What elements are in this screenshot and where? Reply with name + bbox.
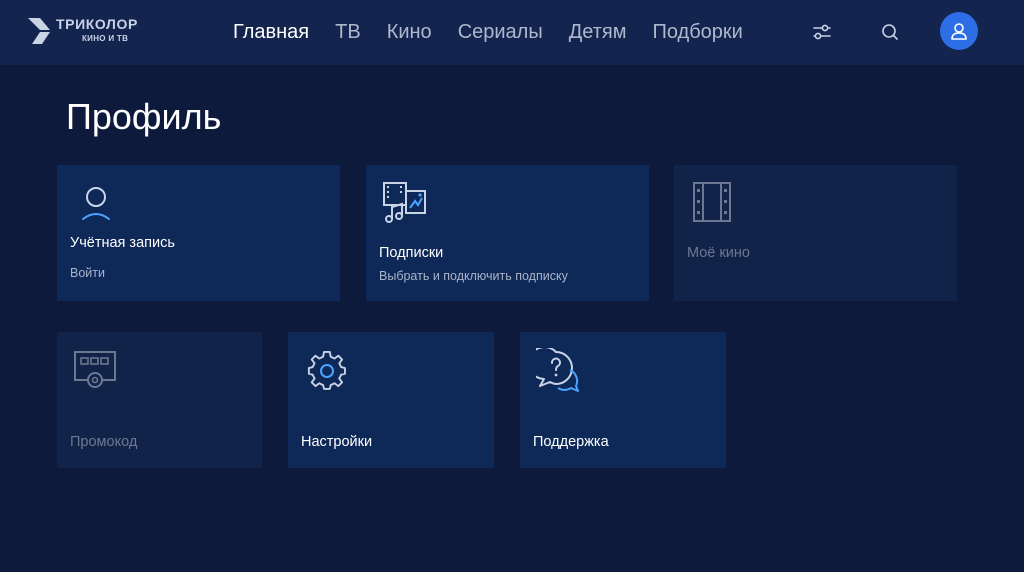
page-title: Профиль: [66, 96, 222, 137]
tile-subscriptions-sub: Выбрать и подключить подписку: [379, 269, 568, 283]
search-button[interactable]: [874, 16, 906, 48]
tile-settings-label: Настройки: [301, 434, 373, 450]
sliders-icon: [813, 24, 831, 40]
nav-item-series[interactable]: Сериалы: [458, 21, 543, 44]
tile-account[interactable]: Учётная запись Войти: [57, 165, 340, 301]
tile-promo-label: Промокод: [70, 434, 138, 450]
tile-support[interactable]: Поддержка: [520, 332, 726, 468]
tile-account-label: Учётная запись: [70, 235, 175, 251]
filter-button[interactable]: [806, 16, 838, 48]
film-icon: [693, 182, 731, 222]
tile-subscriptions[interactable]: Подписки Выбрать и подключить подписку: [366, 165, 649, 301]
logo-subtitle: КИНО И ТВ: [82, 34, 129, 43]
user-icon: [82, 187, 110, 220]
tile-settings[interactable]: Настройки: [288, 332, 494, 468]
logo-title: ТРИКОЛОР: [56, 16, 138, 32]
tile-subscriptions-label: Подписки: [379, 245, 444, 261]
search-icon: [882, 24, 898, 40]
profile-page: ТРИКОЛОР КИНО И ТВ Главная ТВ Кино Сериа…: [0, 0, 1024, 572]
tile-account-sub: Войти: [70, 266, 105, 280]
tile-my-kino[interactable]: Моё кино: [674, 165, 957, 301]
media-icon: [383, 182, 426, 223]
nav-item-tv[interactable]: ТВ: [335, 21, 361, 44]
nav-item-home[interactable]: Главная: [233, 21, 309, 44]
logo[interactable]: ТРИКОЛОР КИНО И ТВ: [28, 14, 148, 48]
tile-support-label: Поддержка: [533, 434, 609, 450]
nav-item-kino[interactable]: Кино: [387, 21, 432, 44]
gear-icon: [307, 350, 346, 390]
top-header: ТРИКОЛОР КИНО И ТВ Главная ТВ Кино Сериа…: [0, 0, 1024, 65]
user-icon: [951, 23, 967, 40]
tile-my-kino-label: Моё кино: [687, 245, 750, 261]
promo-code-icon: [74, 351, 116, 388]
help-chat-icon: [536, 348, 579, 392]
main-nav: Главная ТВ Кино Сериалы Детям Подборки: [233, 0, 769, 65]
profile-button[interactable]: [940, 12, 978, 50]
tile-promo[interactable]: Промокод: [57, 332, 262, 468]
nav-item-kids[interactable]: Детям: [569, 21, 627, 44]
nav-item-collections[interactable]: Подборки: [652, 21, 742, 44]
